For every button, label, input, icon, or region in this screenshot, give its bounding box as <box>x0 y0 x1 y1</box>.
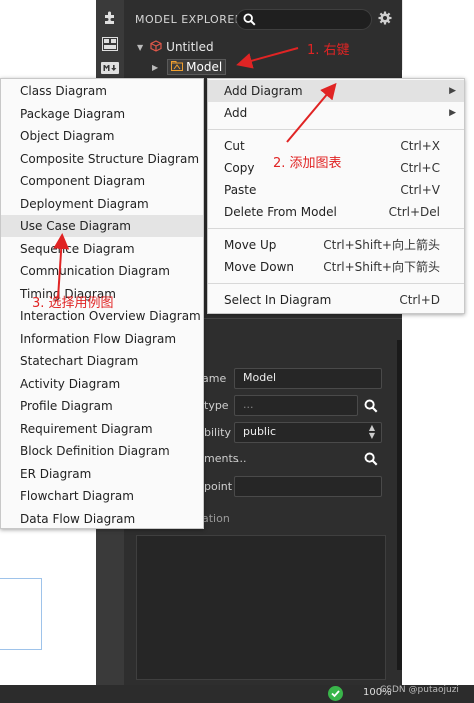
submenu-item-component-diagram[interactable]: Component Diagram <box>1 170 203 192</box>
annotation-step2: 2. 添加图表 <box>273 156 342 171</box>
submenu-item-sequence-diagram[interactable]: Sequence Diagram <box>1 238 203 260</box>
submenu-item-deployment-diagram[interactable]: Deployment Diagram <box>1 193 203 215</box>
search-icon[interactable] <box>364 399 378 416</box>
type-field[interactable]: ... <box>234 395 358 416</box>
menu-item-move-up[interactable]: Move Up Ctrl+Shift+向上箭头 <box>208 234 464 256</box>
submenu-item-profile-diagram[interactable]: Profile Diagram <box>1 395 203 417</box>
submenu-item-data-flow-diagram[interactable]: Data Flow Diagram <box>1 508 203 530</box>
submenu-item-er-diagram[interactable]: ER Diagram <box>1 463 203 485</box>
property-name-label: ame <box>202 372 227 385</box>
submenu-item-information-flow-diagram[interactable]: Information Flow Diagram <box>1 328 203 350</box>
menu-item-add[interactable]: Add ▶ <box>208 102 464 124</box>
context-menu: Add Diagram ▶ Add ▶ Cut Ctrl+X Copy Ctrl… <box>207 78 465 314</box>
right-top-box <box>402 0 474 70</box>
elements-value: ... <box>236 452 247 465</box>
check-icon[interactable] <box>328 686 343 701</box>
model-icon <box>171 60 184 74</box>
canvas-diagram-frame[interactable] <box>0 578 42 650</box>
markdown-icon[interactable] <box>100 58 120 78</box>
property-documentation-label: ation <box>202 512 230 525</box>
layout-icon[interactable] <box>100 34 120 54</box>
explorer-title: MODEL EXPLORER <box>135 13 243 26</box>
selected-model-node[interactable]: Model <box>167 59 227 75</box>
submenu-arrow-icon: ▶ <box>449 86 456 96</box>
submenu-item-use-case-diagram[interactable]: Use Case Diagram <box>1 215 203 237</box>
search-icon[interactable] <box>364 452 378 469</box>
property-elements-label: ments <box>204 452 239 465</box>
submenu-item-statechart-diagram[interactable]: Statechart Diagram <box>1 350 203 372</box>
menu-item-add-diagram[interactable]: Add Diagram ▶ <box>208 80 464 102</box>
submenu-arrow-icon: ▶ <box>449 108 456 118</box>
submenu-item-class-diagram[interactable]: Class Diagram <box>1 80 203 102</box>
gear-icon[interactable] <box>378 11 392 28</box>
tree-item-label: Model <box>186 60 223 74</box>
menu-item-paste[interactable]: Paste Ctrl+V <box>208 179 464 201</box>
menu-item-select-in-diagram[interactable]: Select In Diagram Ctrl+D <box>208 289 464 311</box>
submenu-item-object-diagram[interactable]: Object Diagram <box>1 125 203 147</box>
submenu-item-requirement-diagram[interactable]: Requirement Diagram <box>1 418 203 440</box>
scrollbar[interactable] <box>397 340 402 670</box>
chevron-right-icon[interactable]: ▶ <box>152 63 158 72</box>
submenu-item-flowchart-diagram[interactable]: Flowchart Diagram <box>1 485 203 507</box>
documentation-textarea[interactable] <box>136 535 386 680</box>
tree-item-project[interactable]: ▼ Untitled <box>137 38 214 56</box>
menu-separator <box>208 283 464 284</box>
tree-item-label: Untitled <box>166 40 214 54</box>
property-viewpoint-label: point <box>204 480 233 493</box>
search-input[interactable] <box>236 9 372 30</box>
watermark: CSDN @putaojuzi <box>380 685 459 695</box>
submenu-item-communication-diagram[interactable]: Communication Diagram <box>1 260 203 282</box>
name-field[interactable]: Model <box>234 368 382 389</box>
annotation-step1: 1. 右键 <box>307 43 350 58</box>
chevron-down-icon[interactable]: ▼ <box>137 43 143 52</box>
explorer-header: MODEL EXPLORER <box>124 0 402 38</box>
menu-separator <box>208 228 464 229</box>
viewpoint-field[interactable] <box>234 476 382 497</box>
property-type-label: type <box>204 399 229 412</box>
menu-item-delete-from-model[interactable]: Delete From Model Ctrl+Del <box>208 201 464 223</box>
submenu-item-composite-structure-diagram[interactable]: Composite Structure Diagram <box>1 148 203 170</box>
annotation-step3: 3. 选择用例图 <box>32 296 114 311</box>
up-down-icon: ▲ ▼ <box>368 423 375 440</box>
menu-separator <box>208 129 464 130</box>
puzzle-icon[interactable] <box>100 8 120 28</box>
visibility-select[interactable]: public ▲ ▼ <box>234 422 382 443</box>
cube-icon <box>150 39 162 55</box>
submenu-item-package-diagram[interactable]: Package Diagram <box>1 103 203 125</box>
property-visibility-label: bility <box>204 426 231 439</box>
submenu-item-block-definition-diagram[interactable]: Block Definition Diagram <box>1 440 203 462</box>
search-icon <box>243 13 256 29</box>
tree-item-model[interactable]: ▶ Model <box>152 58 227 76</box>
submenu-item-activity-diagram[interactable]: Activity Diagram <box>1 373 203 395</box>
visibility-value: public <box>243 425 277 438</box>
menu-item-move-down[interactable]: Move Down Ctrl+Shift+向下箭头 <box>208 256 464 278</box>
